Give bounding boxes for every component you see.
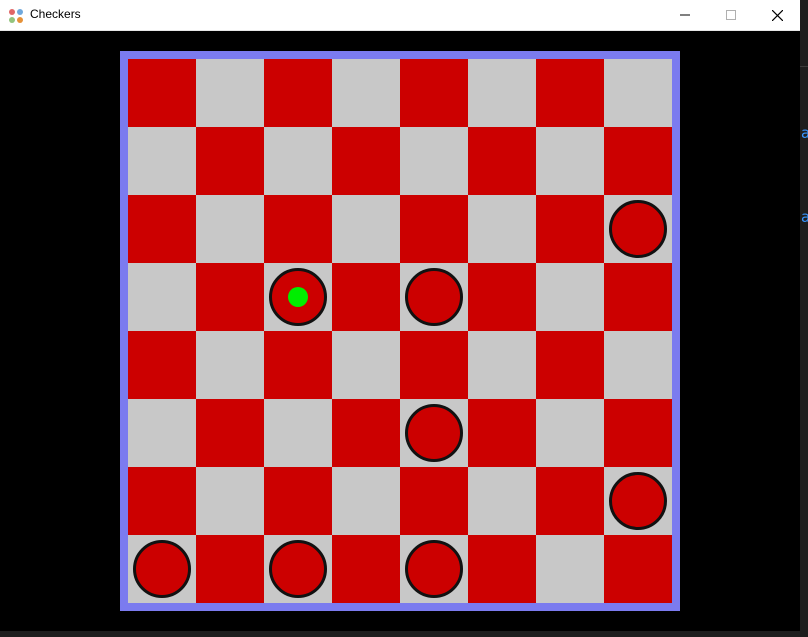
maximize-icon <box>726 10 736 20</box>
board-square[interactable] <box>604 59 672 127</box>
minimize-icon <box>680 14 690 16</box>
board-square[interactable] <box>468 331 536 399</box>
board-square[interactable] <box>604 263 672 331</box>
red-piece[interactable] <box>609 200 667 258</box>
board-square[interactable] <box>264 331 332 399</box>
checkerboard[interactable] <box>128 59 672 603</box>
board-square[interactable] <box>128 195 196 263</box>
board-square[interactable] <box>468 59 536 127</box>
board-square[interactable] <box>604 195 672 263</box>
board-square[interactable] <box>536 59 604 127</box>
board-square[interactable] <box>196 331 264 399</box>
board-square[interactable] <box>196 127 264 195</box>
board-square[interactable] <box>196 467 264 535</box>
red-piece[interactable] <box>405 540 463 598</box>
board-square[interactable] <box>536 399 604 467</box>
close-button[interactable] <box>754 0 800 30</box>
board-square[interactable] <box>468 399 536 467</box>
board-square[interactable] <box>264 59 332 127</box>
board-square[interactable] <box>332 127 400 195</box>
board-square[interactable] <box>400 331 468 399</box>
board-square[interactable] <box>400 467 468 535</box>
board-square[interactable] <box>468 263 536 331</box>
board-square[interactable] <box>400 399 468 467</box>
board-square[interactable] <box>604 331 672 399</box>
board-square[interactable] <box>128 263 196 331</box>
board-square[interactable] <box>468 535 536 603</box>
background-window-edge: a a <box>800 0 808 637</box>
board-square[interactable] <box>400 263 468 331</box>
board-square[interactable] <box>400 59 468 127</box>
board-square[interactable] <box>264 127 332 195</box>
board-square[interactable] <box>196 195 264 263</box>
board-square[interactable] <box>332 399 400 467</box>
board-square[interactable] <box>400 127 468 195</box>
minimize-button[interactable] <box>662 0 708 30</box>
board-square[interactable] <box>196 399 264 467</box>
board-square[interactable] <box>332 331 400 399</box>
board-square[interactable] <box>604 399 672 467</box>
board-square[interactable] <box>128 331 196 399</box>
checkers-app-icon <box>8 8 24 24</box>
background-window-bottom <box>0 631 808 637</box>
title-bar[interactable]: Checkers <box>0 0 800 31</box>
board-square[interactable] <box>196 59 264 127</box>
red-piece[interactable] <box>269 540 327 598</box>
board-square[interactable] <box>196 263 264 331</box>
board-square[interactable] <box>536 263 604 331</box>
board-square[interactable] <box>264 263 332 331</box>
board-square[interactable] <box>128 59 196 127</box>
red-piece[interactable] <box>405 268 463 326</box>
board-square[interactable] <box>332 59 400 127</box>
board-square[interactable] <box>264 535 332 603</box>
red-piece[interactable] <box>405 404 463 462</box>
board-square[interactable] <box>332 263 400 331</box>
background-text: a <box>801 208 808 226</box>
board-square[interactable] <box>536 127 604 195</box>
board-square[interactable] <box>332 535 400 603</box>
board-square[interactable] <box>264 399 332 467</box>
selection-marker-icon <box>288 287 308 307</box>
board-square[interactable] <box>536 467 604 535</box>
board-square[interactable] <box>536 535 604 603</box>
board-square[interactable] <box>196 535 264 603</box>
board-square[interactable] <box>332 195 400 263</box>
game-canvas <box>0 31 800 631</box>
board-square[interactable] <box>264 467 332 535</box>
selected-red-piece[interactable] <box>269 268 327 326</box>
close-icon <box>771 9 783 21</box>
maximize-button[interactable] <box>708 0 754 30</box>
board-square[interactable] <box>536 331 604 399</box>
board-border <box>120 51 680 611</box>
board-square[interactable] <box>468 195 536 263</box>
board-square[interactable] <box>604 535 672 603</box>
board-square[interactable] <box>128 467 196 535</box>
board-square[interactable] <box>264 195 332 263</box>
board-square[interactable] <box>604 127 672 195</box>
board-square[interactable] <box>400 195 468 263</box>
board-square[interactable] <box>536 195 604 263</box>
board-square[interactable] <box>128 535 196 603</box>
checkers-window: Checkers <box>0 0 800 631</box>
board-square[interactable] <box>468 127 536 195</box>
red-piece[interactable] <box>609 472 667 530</box>
board-square[interactable] <box>332 467 400 535</box>
board-square[interactable] <box>604 467 672 535</box>
window-title: Checkers <box>30 7 81 21</box>
board-square[interactable] <box>400 535 468 603</box>
board-square[interactable] <box>128 399 196 467</box>
board-square[interactable] <box>468 467 536 535</box>
red-piece[interactable] <box>133 540 191 598</box>
background-text: a <box>801 124 808 142</box>
board-square[interactable] <box>128 127 196 195</box>
